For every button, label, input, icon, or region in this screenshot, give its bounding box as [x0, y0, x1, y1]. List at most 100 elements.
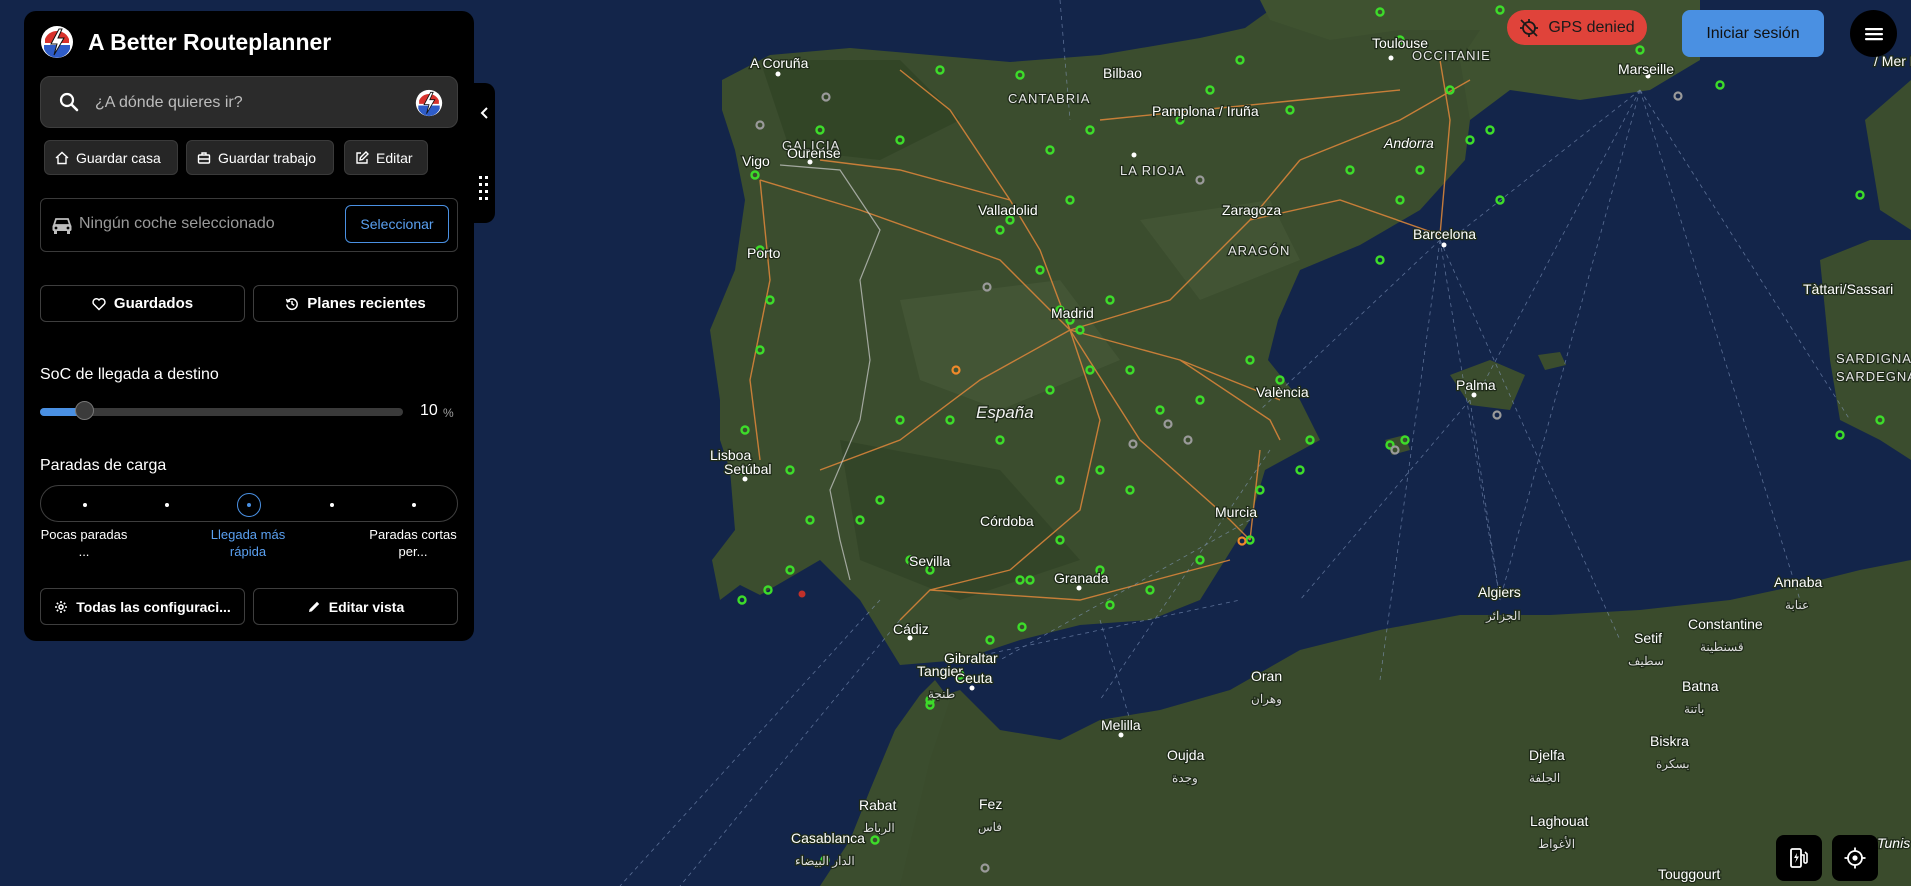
map-label: Setúbal: [724, 461, 771, 477]
stop-option-3[interactable]: [330, 503, 334, 507]
recent-plans-button[interactable]: Planes recientes: [253, 285, 458, 322]
map-label: Setif: [1634, 630, 1662, 646]
login-button[interactable]: Iniciar sesión: [1682, 10, 1824, 57]
gear-icon: [55, 600, 68, 613]
map-label: Vigo: [742, 153, 770, 169]
map-label: Ceuta: [955, 670, 993, 686]
map-label: Pamplona / Iruña: [1152, 103, 1259, 119]
marker-faro: [798, 590, 806, 598]
ev-charger-icon: [1790, 848, 1808, 868]
map-label: LA RIOJA: [1120, 163, 1185, 178]
stop-option-label: Paradas cortas per...: [369, 527, 457, 559]
soc-slider-handle[interactable]: [74, 401, 94, 420]
map-label: Rabat: [859, 797, 896, 813]
map-label: València: [1256, 384, 1309, 400]
charging-stops-label: Paradas de carga: [40, 457, 167, 474]
map-label: Oran: [1251, 668, 1282, 684]
map-label: الرباط: [863, 821, 895, 835]
map-label: الجزائر: [1485, 609, 1521, 623]
map-label: باتنة: [1684, 702, 1704, 716]
map-label: España: [976, 403, 1034, 422]
search-icon: [59, 92, 79, 112]
car-placeholder: Ningún coche seleccionado: [79, 215, 275, 232]
map-label: SARDEGNA: [1836, 369, 1911, 384]
map-label: Djelfa: [1529, 747, 1565, 763]
abrp-logo: [41, 26, 73, 58]
map-label: Tàttari/Sassari: [1803, 281, 1893, 297]
home-icon: [55, 151, 69, 164]
select-car-button[interactable]: Seleccionar: [345, 205, 449, 243]
map-label: Marseille: [1618, 61, 1674, 77]
map-label: Andorra: [1383, 135, 1434, 151]
save-work-button[interactable]: Guardar trabajo: [186, 140, 334, 175]
planner-panel: A Better Routeplanner Guardar casa Guard…: [24, 11, 474, 641]
car-selector[interactable]: Ningún coche seleccionado Seleccionar: [40, 198, 458, 252]
gps-status-label: GPS denied: [1548, 18, 1635, 36]
map-label: Cádiz: [893, 621, 929, 637]
destination-search[interactable]: [40, 76, 458, 128]
map-label: Madrid: [1051, 305, 1094, 321]
edit-view-button[interactable]: Editar vista: [253, 588, 458, 625]
save-work-label: Guardar trabajo: [218, 149, 317, 166]
map-label: فاس: [978, 820, 1002, 834]
saved-button[interactable]: Guardados: [40, 285, 245, 322]
map-label: Barcelona: [1413, 226, 1476, 242]
map-label: Melilla: [1101, 717, 1141, 733]
soc-unit: %: [443, 406, 454, 420]
soc-slider[interactable]: [40, 401, 403, 420]
drag-handle-icon[interactable]: [478, 175, 490, 201]
recent-plans-label: Planes recientes: [307, 295, 426, 312]
charger-filter-button[interactable]: [1776, 835, 1822, 881]
edit-label: Editar: [376, 149, 413, 166]
menu-button[interactable]: [1850, 10, 1897, 57]
map-label: Palma: [1456, 377, 1496, 393]
map-label: Casablanca: [791, 830, 865, 846]
map-label: Córdoba: [980, 513, 1034, 529]
map-label: وجدة: [1172, 771, 1198, 785]
map-label: CANTABRIA: [1008, 91, 1090, 106]
map-label: الجلفة: [1529, 771, 1560, 785]
chevron-left-icon[interactable]: [477, 105, 493, 121]
save-home-button[interactable]: Guardar casa: [44, 140, 178, 175]
car-icon: [52, 218, 72, 234]
stop-option-label: Llegada más rápida: [210, 527, 286, 559]
map-label: الأغواط: [1538, 836, 1575, 851]
crosshair-icon: [1844, 847, 1866, 869]
abrp-logo-icon[interactable]: [415, 89, 443, 117]
gps-status-badge[interactable]: GPS denied: [1507, 10, 1647, 45]
map-label: وهران: [1251, 692, 1282, 706]
map-label: Sevilla: [909, 553, 950, 569]
save-home-label: Guardar casa: [76, 149, 161, 166]
map-label: Bilbao: [1103, 65, 1142, 81]
map-label: Algiers: [1478, 584, 1521, 600]
hamburger-icon: [1864, 27, 1883, 40]
edit-button[interactable]: Editar: [344, 140, 428, 175]
soc-label: SoC de llegada a destino: [40, 366, 219, 383]
stop-option-0[interactable]: [83, 503, 87, 507]
all-settings-label: Todas las configuraci...: [76, 598, 231, 615]
map-label: Granada: [1054, 570, 1109, 586]
map-label: الدار البيضاء: [795, 854, 855, 868]
all-settings-button[interactable]: Todas las configuraci...: [40, 588, 245, 625]
map-label: Biskra: [1650, 733, 1689, 749]
locate-me-button[interactable]: [1832, 835, 1878, 881]
soc-value: 10: [420, 402, 438, 419]
map-label: سطيف: [1628, 654, 1664, 668]
map-label: Constantine: [1688, 616, 1763, 632]
map-label: Ourense: [787, 145, 841, 161]
history-icon: [286, 297, 299, 310]
panel-handle[interactable]: [474, 83, 495, 223]
map-label: Zaragoza: [1222, 202, 1281, 218]
search-input[interactable]: [93, 89, 397, 117]
map-label: Batna: [1682, 678, 1719, 694]
stop-option-4[interactable]: [412, 503, 416, 507]
stop-option-2[interactable]: [237, 493, 261, 517]
charging-stops-selector[interactable]: [40, 485, 458, 522]
map-label: ARAGÓN: [1228, 243, 1290, 258]
map-label: Annaba: [1774, 574, 1822, 590]
briefcase-icon: [197, 151, 211, 164]
map-label: Touggourt: [1658, 866, 1720, 882]
map-label: Laghouat: [1530, 813, 1589, 829]
stop-option-1[interactable]: [165, 503, 169, 507]
edit-icon: [356, 150, 369, 164]
